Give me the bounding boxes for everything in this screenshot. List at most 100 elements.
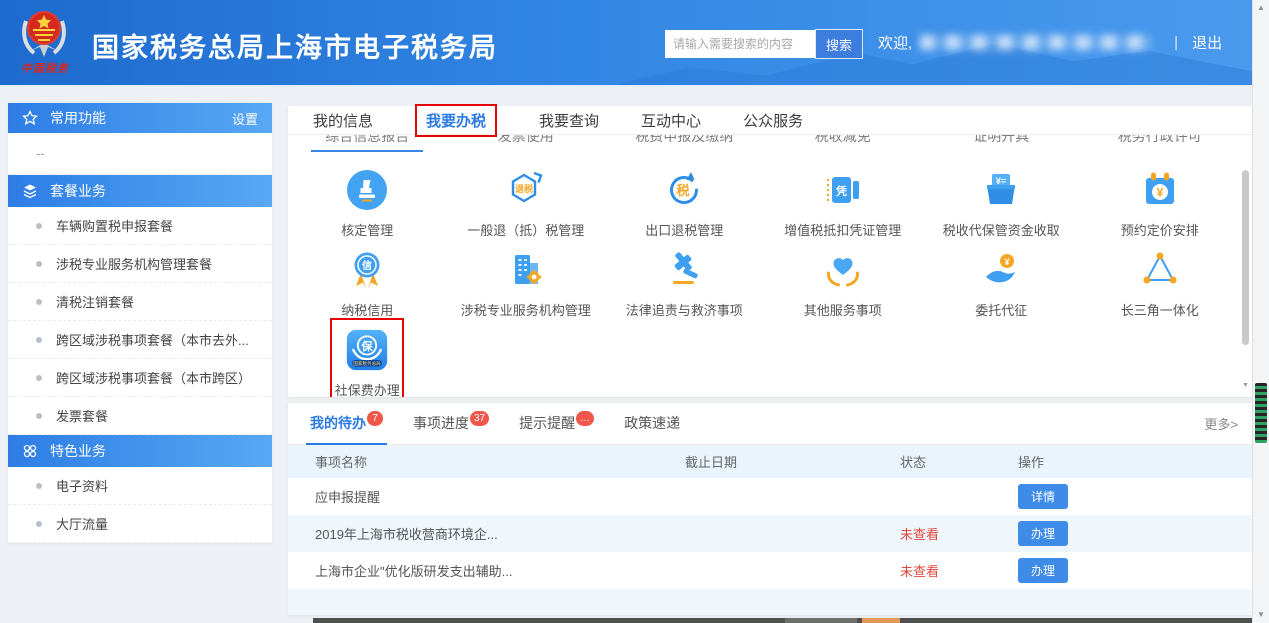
bullet-dot-icon [36, 483, 42, 489]
sidebar-item-cross-region-out[interactable]: 跨区域涉税事项套餐（本市去外... [8, 321, 272, 359]
service-label: 税收代保管资金收取 [943, 220, 1060, 239]
sidebar-item-label: 大厅流量 [56, 514, 108, 533]
logo-caption: 中国税务 [14, 60, 76, 76]
sidebar-item-label: 跨区域涉税事项套餐（本市跨区） [56, 368, 251, 387]
category-invoice-use[interactable]: 发票使用 [496, 135, 556, 152]
tab-public-service[interactable]: 公众服务 [743, 110, 803, 131]
sidebar-section-packages[interactable]: 套餐业务 [8, 175, 272, 207]
sidebar-item-deregistration[interactable]: 清税注销套餐 [8, 283, 272, 321]
todo-item-status: 未查看 [900, 524, 1018, 543]
tab-interaction-center[interactable]: 互动中心 [641, 110, 701, 131]
category-tax-reduction[interactable]: 税收减免 [813, 135, 873, 152]
todo-tab-label: 政策速递 [624, 415, 680, 431]
todo-tab-label: 事项进度 [413, 415, 469, 431]
todo-tab-label: 提示提醒 [519, 415, 575, 431]
tab-my-todo[interactable]: 我的待办7 [310, 413, 383, 444]
sidebar-item-hall-traffic[interactable]: 大厅流量 [8, 505, 272, 543]
service-export-refund[interactable]: 税 出口退税管理 [605, 168, 764, 248]
more-link[interactable]: 更多> [1204, 414, 1238, 444]
app-header: 中国税务 国家税务总局上海市电子税务局 搜索 欢迎, | 退出 [0, 0, 1252, 85]
tab-inquiry[interactable]: 我要查询 [539, 110, 599, 131]
taskbar-segment [785, 618, 857, 623]
category-tax-declaration[interactable]: 税费申报及缴纳 [633, 135, 735, 152]
sidebar-section-special[interactable]: 特色业务 [8, 435, 272, 467]
todo-tab-label: 我的待办 [310, 415, 366, 431]
tab-my-info[interactable]: 我的信息 [313, 110, 373, 131]
sidebar-item-invoice-package[interactable]: 发票套餐 [8, 397, 272, 435]
service-vat-voucher[interactable]: 凭 增值税抵扣凭证管理 [764, 168, 923, 248]
service-general-refund[interactable]: 退税 一般退（抵）税管理 [447, 168, 606, 248]
service-label: 涉税专业服务机构管理 [461, 300, 591, 319]
svg-text:保: 保 [361, 339, 374, 353]
column-status: 状态 [900, 452, 1018, 471]
category-admin-license[interactable]: 税务行政许可 [1116, 135, 1204, 152]
service-advance-pricing[interactable]: ¥ 预约定价安排 [1081, 168, 1240, 248]
partial-next-row [288, 589, 1252, 615]
sidebar-item-electronic-data[interactable]: 电子资料 [8, 467, 272, 505]
services-grid: 核定管理 退税 一般退（抵）税管理 税 出口退税管理 [288, 168, 1239, 397]
service-social-insurance[interactable]: 保 国家税务总局 社保费办理 [288, 328, 447, 397]
tab-reminders[interactable]: 提示提醒… [519, 413, 594, 444]
tab-policy-express[interactable]: 政策速递 [624, 413, 680, 444]
sidebar-item-vehicle-tax[interactable]: 车辆购置税申报套餐 [8, 207, 272, 245]
search-button[interactable]: 搜索 [815, 29, 863, 59]
svg-text:¥=: ¥= [996, 176, 1006, 186]
search-input[interactable] [665, 30, 815, 58]
todo-tabbar: 我的待办7 事项进度37 提示提醒… 政策速递 更多> [288, 403, 1252, 445]
svg-text:¥: ¥ [1156, 186, 1163, 200]
settings-link[interactable]: 设置 [232, 109, 258, 128]
service-label: 社保费办理 [335, 380, 400, 397]
detail-button[interactable]: 详情 [1018, 484, 1068, 509]
sidebar-section-favorites[interactable]: 常用功能 设置 [8, 103, 272, 133]
scrollbar-thumb[interactable] [1255, 383, 1267, 443]
bullet-dot-icon [36, 337, 42, 343]
service-verification-management[interactable]: 核定管理 [288, 168, 447, 248]
heart-hands-icon [821, 248, 865, 292]
category-certificate-issue[interactable]: 证明开具 [971, 135, 1031, 152]
service-yangtze-delta[interactable]: 长三角一体化 [1081, 248, 1240, 328]
welcome-prefix: 欢迎, [878, 32, 912, 53]
calendar-yuan-icon: ¥ [1138, 168, 1182, 212]
tab-progress[interactable]: 事项进度37 [413, 413, 489, 444]
todo-item-status: 未查看 [900, 561, 1018, 580]
triangle-network-icon [1138, 248, 1182, 292]
sidebar-item-cross-region-in[interactable]: 跨区域涉税事项套餐（本市跨区） [8, 359, 272, 397]
page-title: 国家税务总局上海市电子税务局 [92, 26, 498, 65]
todo-item-name: 2019年上海市税收营商环境企... [315, 524, 685, 543]
service-label: 纳税信用 [341, 300, 393, 319]
scrollbar-up-arrow-icon[interactable]: ▲ [1253, 1, 1269, 15]
panel-scrollbar-thumb[interactable] [1242, 170, 1249, 345]
panel-scrollbar[interactable]: ▲ ▼ [1241, 122, 1250, 391]
header-search: 搜索 [665, 29, 863, 59]
tab-tax-handling[interactable]: 我要办税 [415, 104, 497, 137]
service-label: 法律追责与救济事项 [626, 300, 743, 319]
welcome-area: 欢迎, | 退出 [878, 32, 1222, 53]
service-legal-remedy[interactable]: 法律追责与救济事项 [605, 248, 764, 328]
stamp-icon [345, 168, 389, 212]
main-tabbar: 我的信息 我要办税 我要查询 互动中心 公众服务 [288, 106, 1252, 135]
sidebar: 常用功能 设置 -- 套餐业务 车辆购置税申报套餐 涉税专业服务机构管理套餐 清… [8, 103, 272, 543]
favorites-empty-item: -- [8, 133, 272, 175]
service-tax-credit[interactable]: 信 纳税信用 [288, 248, 447, 328]
service-entrusted-collection[interactable]: ¥ 委托代征 [922, 248, 1081, 328]
svg-text:信: 信 [362, 259, 372, 272]
social-insurance-app-icon: 保 国家税务总局 [345, 328, 389, 372]
service-other-services[interactable]: 其他服务事项 [764, 248, 923, 328]
handle-button[interactable]: 办理 [1018, 558, 1068, 583]
window-scrollbar[interactable]: ▲ ▼ [1252, 0, 1269, 623]
service-tax-agency-management[interactable]: 涉税专业服务机构管理 [447, 248, 606, 328]
service-label: 出口退税管理 [645, 220, 723, 239]
logout-link[interactable]: 退出 [1192, 32, 1222, 53]
column-item-name: 事项名称 [315, 452, 685, 471]
panel-scrollbar-down-icon[interactable]: ▼ [1241, 381, 1250, 391]
service-label: 增值税抵扣凭证管理 [784, 220, 901, 239]
sidebar-item-label: 清税注销套餐 [56, 292, 134, 311]
category-comprehensive-info[interactable]: 综合信息报告 [323, 135, 411, 152]
refund-hexagon-icon: 退税 [504, 168, 548, 212]
handle-button[interactable]: 办理 [1018, 521, 1068, 546]
scrollbar-down-arrow-icon[interactable]: ▼ [1253, 608, 1269, 622]
gavel-icon [662, 248, 706, 292]
service-custody-funds[interactable]: ¥= 税收代保管资金收取 [922, 168, 1081, 248]
sidebar-item-tax-agency-package[interactable]: 涉税专业服务机构管理套餐 [8, 245, 272, 283]
table-header: 事项名称 截止日期 状态 操作 [288, 445, 1252, 478]
